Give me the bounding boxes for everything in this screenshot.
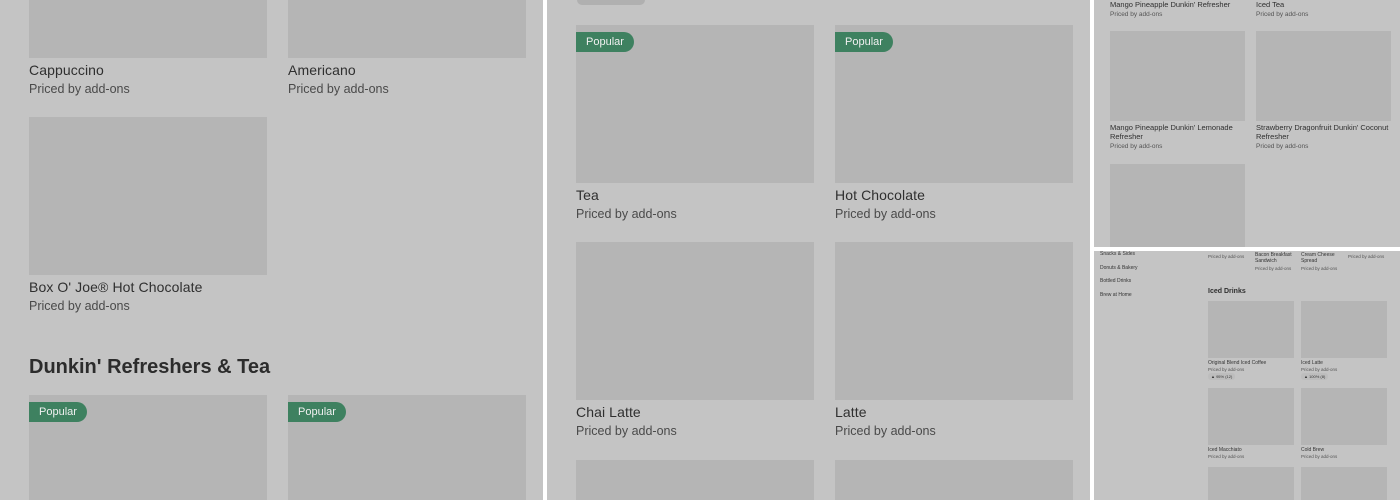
item-price: Priced by add-ons	[1256, 11, 1309, 18]
item-image[interactable]	[1301, 301, 1387, 358]
category-nav-item[interactable]: Snacks & Sides	[1100, 251, 1135, 257]
item-name[interactable]: Strawberry Dragonfruit Dunkin' Coconut R…	[1256, 123, 1391, 141]
menu-panel-3: Mango Pineapple Dunkin' Refresher Priced…	[1094, 0, 1400, 247]
item-name[interactable]: Mango Pineapple Dunkin' Refresher	[1110, 0, 1250, 9]
item-name[interactable]: Iced Tea	[1256, 0, 1386, 9]
popular-badge: Popular	[835, 32, 893, 52]
item-name[interactable]: Original Blend Iced Coffee	[1208, 360, 1266, 366]
item-price: Priced by add-ons	[1301, 266, 1338, 271]
item-price: Priced by add-ons	[1110, 143, 1163, 150]
item-name[interactable]: Iced Latte	[1301, 360, 1323, 366]
menu-panel-4: Snacks & Sides Donuts & Bakery Bottled D…	[1094, 251, 1400, 500]
item-price: Priced by add-ons	[1256, 143, 1309, 150]
item-name[interactable]: Bacon Breakfast Sandwich	[1255, 252, 1297, 264]
item-price: Priced by add-ons	[1301, 367, 1338, 372]
item-image-latte[interactable]	[835, 242, 1073, 400]
popular-badge: Popular	[29, 402, 87, 422]
item-name[interactable]: Hot Chocolate	[835, 187, 925, 203]
item-image-box-o-joe-hot-chocolate[interactable]	[29, 117, 267, 275]
item-image[interactable]	[1110, 31, 1245, 121]
item-name[interactable]: Box O' Joe® Hot Chocolate	[29, 279, 202, 295]
item-image[interactable]	[1208, 301, 1294, 358]
category-nav-item[interactable]: Brew at Home	[1100, 292, 1132, 298]
popular-badge: Popular	[288, 402, 346, 422]
item-price: Priced by add-ons	[835, 207, 936, 221]
section-title: Iced Drinks	[1208, 288, 1246, 295]
item-image[interactable]	[835, 460, 1073, 500]
item-name[interactable]: Tea	[576, 187, 599, 203]
item-image[interactable]	[1301, 388, 1387, 445]
item-name[interactable]: Americano	[288, 62, 356, 78]
item-name[interactable]: Latte	[835, 404, 867, 420]
item-image[interactable]	[1208, 467, 1294, 500]
rating-badge: ▲ 95% (12)	[1208, 373, 1236, 380]
item-name[interactable]: Cream Cheese Spread	[1301, 252, 1343, 264]
item-price: Priced by add-ons	[1348, 254, 1385, 259]
item-name[interactable]: Cappuccino	[29, 62, 104, 78]
item-price: Priced by add-ons	[835, 424, 936, 438]
item-image[interactable]	[1208, 388, 1294, 445]
item-price: Priced by add-ons	[1301, 454, 1338, 459]
item-image[interactable]	[1256, 31, 1391, 121]
menu-panel-2: Popular Popular Tea Priced by add-ons Ho…	[547, 0, 1090, 500]
item-image[interactable]	[576, 460, 814, 500]
item-price: Priced by add-ons	[288, 82, 389, 96]
item-price: Priced by add-ons	[1208, 367, 1245, 372]
popular-badge: Popular	[576, 32, 634, 52]
item-price: Priced by add-ons	[1255, 266, 1292, 271]
item-price: Priced by add-ons	[29, 299, 130, 313]
item-price: Priced by add-ons	[1208, 254, 1245, 259]
item-name[interactable]: Chai Latte	[576, 404, 641, 420]
section-title: Dunkin' Refreshers & Tea	[29, 356, 271, 378]
item-price: Priced by add-ons	[576, 207, 677, 221]
item-image[interactable]	[1110, 164, 1245, 247]
item-price: Priced by add-ons	[576, 424, 677, 438]
menu-panel-1: Cappuccino Priced by add-ons Americano P…	[0, 0, 543, 500]
rating-badge: ▲ 100% (8)	[1301, 373, 1329, 380]
item-name[interactable]: Mango Pineapple Dunkin' Lemonade Refresh…	[1110, 123, 1245, 141]
item-name[interactable]: Iced Macchiato	[1208, 447, 1242, 453]
item-image-chai-latte[interactable]	[576, 242, 814, 400]
item-price: Priced by add-ons	[1110, 11, 1163, 18]
item-image[interactable]	[1301, 467, 1387, 500]
category-nav-item[interactable]: Donuts & Bakery	[1100, 265, 1138, 271]
item-image-americano[interactable]	[288, 0, 526, 58]
item-name[interactable]: Cold Brew	[1301, 447, 1324, 453]
filter-chip[interactable]	[577, 0, 645, 5]
item-price: Priced by add-ons	[29, 82, 130, 96]
category-nav-item[interactable]: Bottled Drinks	[1100, 278, 1131, 284]
item-price: Priced by add-ons	[1208, 454, 1245, 459]
item-image-cappuccino[interactable]	[29, 0, 267, 58]
